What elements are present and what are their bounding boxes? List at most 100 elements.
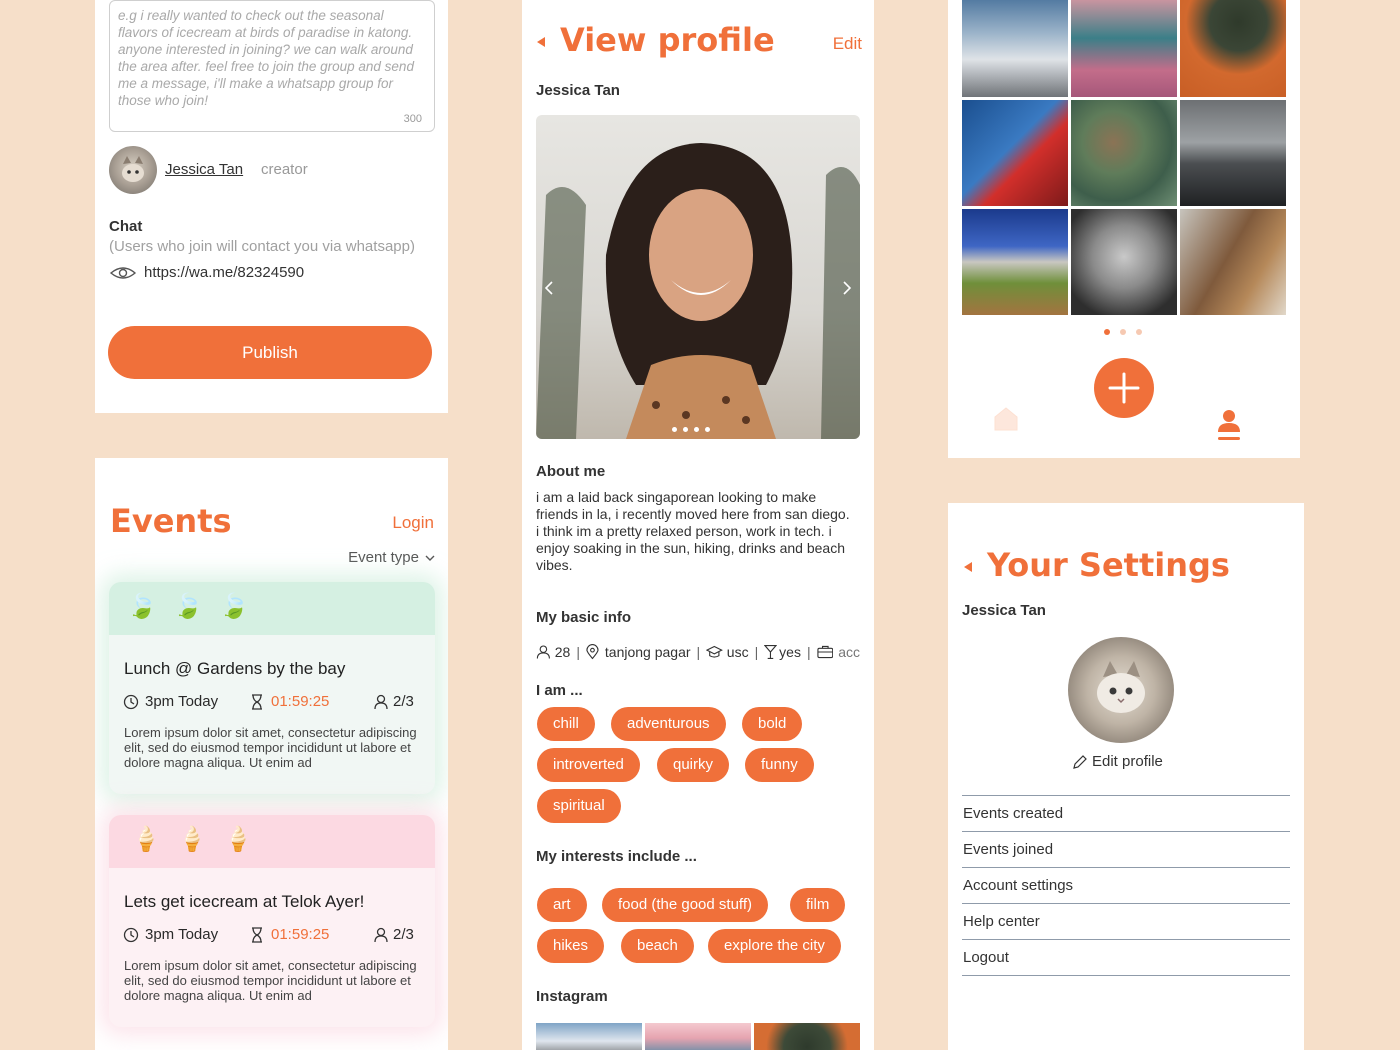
hourglass-icon: [252, 927, 262, 943]
gallery-tile-pink-clouds[interactable]: [1071, 0, 1177, 97]
interest-chip[interactable]: hikes: [537, 929, 605, 963]
page-dot-active[interactable]: [1104, 329, 1110, 335]
login-link[interactable]: Login: [392, 513, 434, 533]
edit-profile-label: Edit profile: [1092, 753, 1163, 770]
profile-panel: View profile Edit Jessica Tan About me i…: [522, 0, 874, 1050]
interest-chip[interactable]: explore the city: [708, 929, 841, 963]
carousel-dot[interactable]: [672, 427, 677, 432]
about-heading: About me: [536, 463, 606, 480]
event-card-0[interactable]: 🍃 🍃 🍃 Lunch @ Gardens by the bay 3pm Tod…: [109, 582, 435, 794]
graduation-cap-icon: [706, 645, 723, 658]
menu-item-help-center[interactable]: Help center: [962, 904, 1290, 940]
event-card-1[interactable]: 🍦 🍦 🍦 Lets get icecream at Telok Ayer! 3…: [109, 815, 435, 1027]
event-time: 3pm Today: [145, 693, 219, 710]
gallery-tile-aerial[interactable]: [1071, 100, 1177, 206]
gallery-tile-stupa[interactable]: [962, 0, 1068, 97]
menu-item-logout[interactable]: Logout: [962, 940, 1290, 976]
ice-cream-icon: 🍦: [177, 826, 207, 853]
clock-icon: [123, 927, 139, 943]
location-pin-icon: [586, 644, 599, 660]
carousel-next-icon[interactable]: [842, 281, 852, 295]
gallery-tile-lighthouse[interactable]: [962, 100, 1068, 206]
trait-chip[interactable]: spiritual: [537, 789, 621, 823]
divider: |: [696, 644, 701, 660]
interest-chip[interactable]: film: [790, 888, 846, 922]
gallery-tile-hair[interactable]: [1180, 209, 1286, 315]
event-description: Lorem ipsum dolor sit amet, consectetur …: [124, 725, 417, 770]
divider: |: [806, 644, 811, 660]
gallery-page-dots: [1104, 329, 1142, 335]
description-textarea[interactable]: e.g i really wanted to check out the sea…: [109, 0, 435, 132]
leaf-icon: 🍃: [127, 593, 157, 620]
gallery-panel: [948, 0, 1300, 458]
person-icon: [374, 927, 388, 943]
carousel-dot[interactable]: [705, 427, 710, 432]
trait-chip[interactable]: chill: [537, 707, 595, 741]
profile-nav-icon[interactable]: [1216, 408, 1242, 442]
trait-chip[interactable]: quirky: [657, 748, 730, 782]
interest-chip[interactable]: art: [537, 888, 587, 922]
trait-chip[interactable]: bold: [742, 707, 803, 741]
basic-school: usc: [726, 644, 749, 660]
gallery-tile-black-beach[interactable]: [1180, 100, 1286, 206]
carousel-dot[interactable]: [694, 427, 699, 432]
back-arrow-icon[interactable]: [536, 36, 546, 48]
page-dot[interactable]: [1120, 329, 1126, 335]
description-placeholder: e.g i really wanted to check out the sea…: [118, 8, 414, 108]
event-countdown: 01:59:25: [271, 693, 330, 710]
menu-item-events-created[interactable]: Events created: [962, 796, 1290, 832]
basic-drinks: yes: [779, 644, 801, 660]
person-icon: [536, 645, 550, 659]
add-button[interactable]: [1094, 358, 1154, 418]
hourglass-icon: [252, 694, 262, 710]
event-type-dropdown[interactable]: Event type: [348, 549, 435, 566]
carousel-prev-icon[interactable]: [544, 281, 554, 295]
event-card-header: 🍃 🍃 🍃: [109, 582, 435, 635]
ice-cream-icon: 🍦: [223, 826, 253, 853]
trait-chip[interactable]: introverted: [537, 748, 640, 782]
menu-item-account-settings[interactable]: Account settings: [962, 868, 1290, 904]
back-arrow-icon[interactable]: [963, 561, 973, 573]
divider: |: [576, 644, 580, 660]
create-event-panel: e.g i really wanted to check out the sea…: [95, 0, 448, 413]
trait-chip[interactable]: funny: [745, 748, 814, 782]
page-dot[interactable]: [1136, 329, 1142, 335]
creator-avatar[interactable]: [109, 146, 157, 194]
instagram-thumb[interactable]: [536, 1023, 642, 1050]
event-type-label: Event type: [348, 549, 419, 566]
pencil-icon: [1073, 754, 1087, 769]
instagram-thumb[interactable]: [645, 1023, 751, 1050]
events-panel: Events Login Event type 🍃 🍃 🍃 Lunch @ Ga…: [95, 458, 448, 1050]
event-title: Lets get icecream at Telok Ayer!: [124, 892, 365, 911]
creator-name-link[interactable]: Jessica Tan: [165, 161, 243, 178]
profile-photo-carousel[interactable]: [536, 115, 860, 439]
basic-info-heading: My basic info: [536, 609, 632, 626]
interest-chip[interactable]: beach: [621, 929, 694, 963]
events-title: Events: [110, 502, 232, 540]
basic-info-row: 28 | tanjong pagar | usc | yes | acc: [536, 642, 860, 662]
publish-button[interactable]: Publish: [108, 326, 432, 379]
chevron-down-icon: [425, 555, 435, 561]
settings-avatar[interactable]: [1068, 637, 1174, 743]
event-card-header: 🍦 🍦 🍦: [109, 815, 435, 868]
interest-chip[interactable]: food (the good stuff): [602, 888, 768, 922]
event-countdown: 01:59:25: [271, 926, 330, 943]
menu-item-events-joined[interactable]: Events joined: [962, 832, 1290, 868]
basic-location: tanjong pagar: [604, 644, 691, 660]
event-description: Lorem ipsum dolor sit amet, consectetur …: [124, 958, 417, 1003]
gallery-tile-mountains[interactable]: [962, 209, 1068, 315]
edit-profile-link[interactable]: Edit: [833, 34, 862, 54]
carousel-dot[interactable]: [683, 427, 688, 432]
event-capacity: 2/3: [393, 926, 414, 943]
profile-name: Jessica Tan: [536, 82, 620, 99]
gallery-tile-bw-portrait[interactable]: [1071, 209, 1177, 315]
home-icon[interactable]: [992, 405, 1020, 433]
edit-profile-button[interactable]: Edit profile: [1072, 753, 1163, 770]
gallery-tile-coffee[interactable]: [1180, 0, 1286, 97]
instagram-thumb[interactable]: [754, 1023, 860, 1050]
trait-chip[interactable]: adventurous: [611, 707, 726, 741]
chat-link[interactable]: https://wa.me/82324590: [144, 264, 304, 281]
eye-icon[interactable]: [109, 265, 137, 281]
settings-name: Jessica Tan: [962, 602, 1046, 619]
ice-cream-icon: 🍦: [131, 826, 161, 853]
